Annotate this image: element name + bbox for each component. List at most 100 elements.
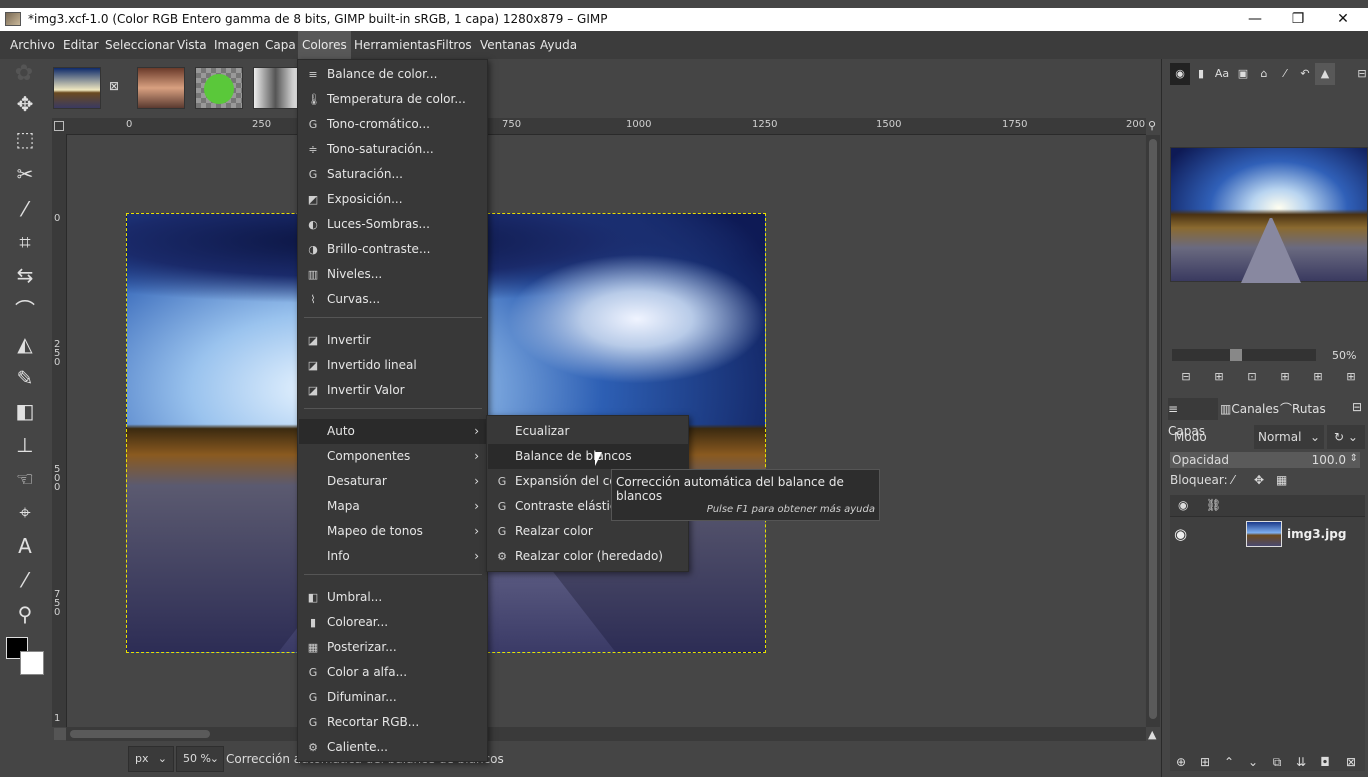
transform-tool-icon[interactable]: ⇆ xyxy=(8,260,42,290)
scissors-select-tool-icon[interactable]: ✂ xyxy=(8,159,42,189)
unit-select[interactable]: px ⌄ xyxy=(128,746,174,772)
menu-item-invertir-valor[interactable]: ◪ Invertir Valor xyxy=(299,378,487,403)
fuzzy-select-tool-icon[interactable]: ⁄ xyxy=(8,194,42,224)
scroll-thumb[interactable] xyxy=(70,730,210,738)
scroll-thumb[interactable] xyxy=(1149,139,1157,719)
menu-item-color-alfa[interactable]: G Color a alfa... xyxy=(299,660,487,685)
menu-colores[interactable]: Colores xyxy=(298,31,351,59)
patterns-tab-icon[interactable]: ▮ xyxy=(1191,63,1211,85)
menu-item-brillo-contraste[interactable]: ◑ Brillo-contraste... xyxy=(299,237,487,262)
ruler-corner[interactable] xyxy=(52,118,66,135)
menu-item-auto[interactable]: Auto › xyxy=(299,419,487,444)
close-tab-icon[interactable]: ⊠ xyxy=(109,79,119,93)
merge-layer-icon[interactable]: ⇊ xyxy=(1292,755,1310,771)
menu-herramientas[interactable]: Herramientas xyxy=(350,31,440,59)
new-layer-icon[interactable]: ⊕ xyxy=(1172,755,1190,771)
menu-item-caliente[interactable]: ⚙ Caliente... xyxy=(299,735,487,760)
navigation-tab-icon[interactable]: ▲ xyxy=(1315,63,1335,85)
menu-item-colorear[interactable]: ▮ Colorear... xyxy=(299,610,487,635)
brushes-tab-icon[interactable]: ◉ xyxy=(1170,63,1190,85)
menu-item-ecualizar[interactable]: Ecualizar xyxy=(488,419,688,444)
zoom-slider[interactable] xyxy=(1172,349,1316,361)
opacity-slider[interactable]: Opacidad 100.0 ⇕ xyxy=(1170,452,1360,468)
menu-item-info[interactable]: Info › xyxy=(299,544,487,569)
menu-item-mapa[interactable]: Mapa › xyxy=(299,494,487,519)
menu-item-difuminar[interactable]: G Difuminar... xyxy=(299,685,487,710)
lower-layer-icon[interactable]: ⌄ xyxy=(1244,755,1262,771)
background-color-swatch[interactable] xyxy=(20,651,44,675)
zoom-fit-icon[interactable]: ⚲ xyxy=(1148,119,1156,132)
menu-item-balance-blancos[interactable]: Balance de blancos xyxy=(488,444,688,469)
zoom-tool-icon[interactable]: ⚲ xyxy=(8,599,42,629)
menu-imagen[interactable]: Imagen xyxy=(210,31,263,59)
delete-layer-icon[interactable]: ⊠ xyxy=(1342,755,1360,771)
fonts-tab-icon[interactable]: Aa xyxy=(1212,63,1232,85)
text-tool-icon[interactable]: A xyxy=(8,531,42,561)
menu-item-umbral[interactable]: ◧ Umbral... xyxy=(299,585,487,610)
bucket-fill-tool-icon[interactable]: ◭ xyxy=(8,329,42,359)
menu-item-saturacion[interactable]: G Saturación... xyxy=(299,162,487,187)
lock-pixels-icon[interactable]: ⁄ xyxy=(1232,473,1234,487)
menu-item-mapeo-tonos[interactable]: Mapeo de tonos › xyxy=(299,519,487,544)
smudge-tool-icon[interactable]: ☜ xyxy=(8,464,42,494)
mode-reset-button[interactable]: ↻ ⌄ xyxy=(1327,425,1365,449)
lock-position-icon[interactable]: ✥ xyxy=(1254,473,1264,487)
menu-seleccionar[interactable]: Seleccionar xyxy=(101,31,178,59)
menu-item-niveles[interactable]: ▥ Niveles... xyxy=(299,262,487,287)
horizontal-scrollbar[interactable] xyxy=(66,727,1146,741)
menu-item-desaturar[interactable]: Desaturar › xyxy=(299,469,487,494)
document-history-tab-icon[interactable]: ⌂ xyxy=(1254,63,1274,85)
zoom-fill-icon[interactable]: ⊞ xyxy=(1308,370,1328,386)
zoom-out-icon[interactable]: ⊟ xyxy=(1176,370,1196,386)
mode-select[interactable]: Normal ⌄ xyxy=(1254,425,1324,449)
dock-menu-icon[interactable]: ⊟ xyxy=(1352,400,1362,414)
duplicate-layer-icon[interactable]: ⧉ xyxy=(1268,755,1286,771)
menu-ventanas[interactable]: Ventanas xyxy=(476,31,540,59)
menu-vista[interactable]: Vista xyxy=(173,31,211,59)
palettes-tab-icon[interactable]: ▣ xyxy=(1233,63,1253,85)
menu-item-invertido-lineal[interactable]: ◪ Invertido lineal xyxy=(299,353,487,378)
image-tab-3[interactable] xyxy=(195,67,243,109)
paintbrush-tool-icon[interactable]: ✎ xyxy=(8,363,42,393)
menu-item-exposicion[interactable]: ◩ Exposición... xyxy=(299,187,487,212)
vertical-scrollbar[interactable] xyxy=(1146,135,1160,727)
warp-tool-icon[interactable]: ⌒ xyxy=(8,295,42,325)
tab-rutas[interactable]: ⌒Rutas xyxy=(1280,398,1330,420)
tab-capas[interactable]: ≡ Capas xyxy=(1168,398,1218,438)
layer-name[interactable]: img3.jpg xyxy=(1287,527,1346,541)
menu-item-realzar-color[interactable]: G Realzar color xyxy=(488,519,688,544)
menu-item-invertir[interactable]: ◪ Invertir xyxy=(299,328,487,353)
menu-item-recortar-rgb[interactable]: G Recortar RGB... xyxy=(299,710,487,735)
menu-item-curvas[interactable]: ⌇ Curvas... xyxy=(299,287,487,312)
lock-alpha-icon[interactable]: ▦ xyxy=(1276,473,1287,487)
zoom-in-icon[interactable]: ⊞ xyxy=(1209,370,1229,386)
menu-item-posterizar[interactable]: ▦ Posterizar... xyxy=(299,635,487,660)
menu-filtros[interactable]: Filtros xyxy=(432,31,476,59)
menu-ayuda[interactable]: Ayuda xyxy=(536,31,581,59)
menu-item-luces-sombras[interactable]: ◐ Luces-Sombras... xyxy=(299,212,487,237)
menu-capa[interactable]: Capa xyxy=(261,31,300,59)
new-group-icon[interactable]: ⊞ xyxy=(1196,755,1214,771)
layer-row[interactable]: ◉ img3.jpg xyxy=(1170,519,1365,551)
menu-editar[interactable]: Editar xyxy=(59,31,103,59)
dock-menu-icon[interactable]: ⊟ xyxy=(1352,63,1368,85)
image-tab-2[interactable] xyxy=(137,67,185,109)
image-tab-4[interactable] xyxy=(253,67,298,109)
rect-select-tool-icon[interactable]: ⬚ xyxy=(8,124,42,154)
menu-item-tono-cromatico[interactable]: G Tono-cromático... xyxy=(299,112,487,137)
corner-button[interactable] xyxy=(54,728,66,740)
navigate-icon[interactable]: ▲ xyxy=(1148,728,1156,741)
undo-history-tab-icon[interactable]: ↶ xyxy=(1295,63,1315,85)
raise-layer-icon[interactable]: ⌃ xyxy=(1220,755,1238,771)
color-picker-tool-icon[interactable]: ⁄ xyxy=(8,565,42,595)
zoom-fit-image-icon[interactable]: ⊞ xyxy=(1275,370,1295,386)
brush-editor-tab-icon[interactable]: ⁄ xyxy=(1275,63,1295,85)
menu-item-tono-saturacion[interactable]: ≑ Tono-saturación... xyxy=(299,137,487,162)
zoom-1-1-icon[interactable]: ⊡ xyxy=(1242,370,1262,386)
spinner-icon[interactable]: ⇕ xyxy=(1350,453,1358,464)
paths-tool-icon[interactable]: ⌖ xyxy=(8,497,42,527)
maximize-button[interactable]: ❐ xyxy=(1275,8,1321,31)
zoom-slider-knob[interactable] xyxy=(1230,349,1242,361)
tab-canales[interactable]: ▥Canales xyxy=(1220,398,1279,420)
clone-tool-icon[interactable]: ⊥ xyxy=(8,430,42,460)
